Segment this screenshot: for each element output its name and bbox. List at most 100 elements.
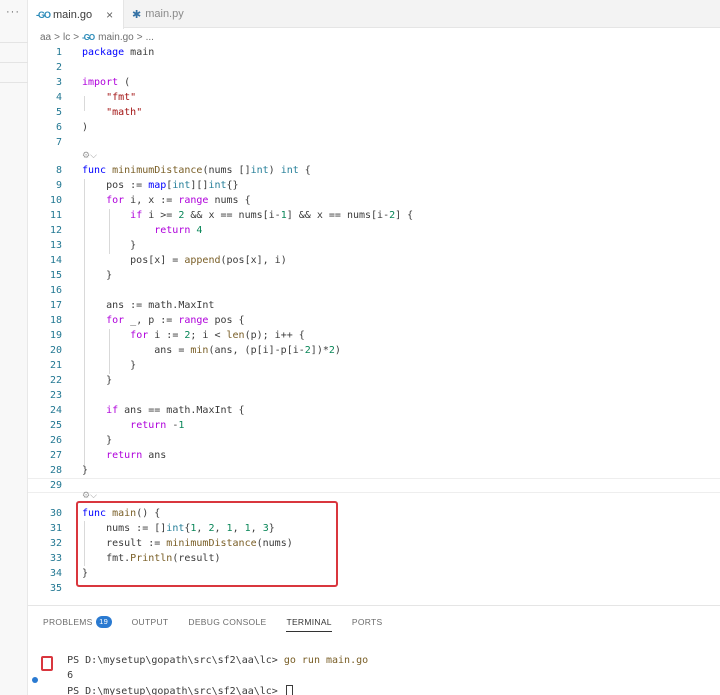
- code-line[interactable]: 10 for i, x := range nums {: [28, 193, 720, 208]
- code-line[interactable]: 20 ans = min(ans, (p[i]-p[i-2])*2): [28, 343, 720, 358]
- code-line[interactable]: 27 return ans: [28, 448, 720, 463]
- breadcrumb: aa > lc > -GO main.go > ...: [40, 29, 154, 45]
- code-line[interactable]: 18 for _, p := range pos {: [28, 313, 720, 328]
- code-line[interactable]: 12 return 4: [28, 223, 720, 238]
- line-number: 35: [49, 583, 62, 594]
- line-number: 33: [49, 553, 62, 564]
- line-number: 9: [55, 180, 62, 191]
- line-number: 28: [49, 465, 62, 476]
- code-line[interactable]: 8 func minimumDistance(nums []int) int {: [28, 163, 720, 178]
- panel-tab-list: PROBLEMS 19 OUTPUT DEBUG CONSOLE TERMINA…: [43, 615, 383, 632]
- go-file-icon: -GO: [82, 32, 95, 42]
- code-line[interactable]: 1 package main: [28, 45, 720, 60]
- line-number: 21: [49, 360, 62, 371]
- code-text: if ans == math.MaxInt {: [106, 405, 245, 416]
- tab-main-go[interactable]: -GO main.go ×: [28, 0, 124, 29]
- code-text: import (: [82, 77, 131, 88]
- tab-ports[interactable]: PORTS: [352, 615, 383, 629]
- line-number: 23: [49, 390, 62, 401]
- code-text: for i, x := range nums {: [106, 195, 251, 206]
- tab-problems[interactable]: PROBLEMS 19: [43, 615, 112, 629]
- code-line[interactable]: 25 return -1: [28, 418, 720, 433]
- line-number: 18: [49, 315, 62, 326]
- close-icon[interactable]: ×: [106, 8, 113, 22]
- chevron-right-icon: >: [54, 31, 60, 43]
- code-text: }: [82, 375, 113, 386]
- line-number: 27: [49, 450, 62, 461]
- tab-terminal[interactable]: TERMINAL: [286, 615, 333, 632]
- code-line[interactable]: 15 }: [28, 268, 720, 283]
- code-line[interactable]: 19 for i := 2; i < len(p); i++ {: [28, 328, 720, 343]
- problems-count-badge: 19: [95, 616, 112, 628]
- go-file-icon: -GO: [36, 9, 51, 20]
- code-line[interactable]: 26 }: [28, 433, 720, 448]
- output-highlight: [41, 656, 53, 671]
- line-number: 8: [55, 165, 62, 176]
- line-number: 31: [49, 523, 62, 534]
- code-line[interactable]: 6): [28, 120, 720, 135]
- code-text: }: [82, 435, 113, 446]
- code-line[interactable]: 13 }: [28, 238, 720, 253]
- code-line[interactable]: 9 pos := map[int][]int{}: [28, 178, 720, 193]
- code-text: pos[x] = append(pos[x], i): [82, 255, 287, 266]
- breadcrumb-root[interactable]: aa: [40, 32, 51, 43]
- more-actions-icon[interactable]: ···: [6, 6, 20, 18]
- code-line[interactable]: 16: [28, 283, 720, 298]
- code-line[interactable]: 7: [28, 135, 720, 150]
- line-number: 32: [49, 538, 62, 549]
- indent-guide: [109, 329, 110, 374]
- code-line[interactable]: 28}: [28, 463, 720, 478]
- code-text: }: [82, 465, 89, 476]
- code-line[interactable]: 5 "math": [28, 105, 720, 120]
- line-number: 15: [49, 270, 62, 281]
- line-number: 6: [55, 122, 62, 133]
- code-line[interactable]: 14 pos[x] = append(pos[x], i): [28, 253, 720, 268]
- line-number: 11: [49, 210, 62, 221]
- code-text: ): [82, 122, 89, 133]
- code-editor[interactable]: ⚙⌵ ⚙⌵ 1 package main 2 3 import (4 "fmt" 5 "m…: [28, 45, 720, 597]
- code-line[interactable]: 29: [28, 478, 720, 493]
- indent-guide: [84, 179, 85, 465]
- line-number: 3: [55, 77, 62, 88]
- code-line[interactable]: 21 }: [28, 358, 720, 373]
- code-text: return -1: [130, 420, 185, 431]
- line-number: 2: [55, 62, 62, 73]
- tab-output[interactable]: OUTPUT: [132, 615, 169, 629]
- divider: [0, 82, 28, 83]
- code-line[interactable]: 3 import (: [28, 75, 720, 90]
- main-function-highlight: [76, 501, 338, 587]
- code-text: package main: [82, 47, 155, 58]
- code-text: for _, p := range pos {: [106, 315, 245, 326]
- tab-main-py[interactable]: ✱ main.py: [132, 0, 222, 28]
- terminal-command-line[interactable]: PS D:\mysetup\gopath\src\sf2\aa\lc> go r…: [43, 644, 368, 677]
- code-text: "math": [106, 107, 143, 118]
- chevron-right-icon: >: [136, 31, 143, 43]
- breadcrumb-tail[interactable]: ...: [146, 32, 154, 43]
- line-number: 4: [55, 92, 62, 103]
- line-number: 19: [49, 330, 62, 341]
- code-line[interactable]: 22 }: [28, 373, 720, 388]
- python-file-icon: ✱: [132, 8, 142, 21]
- code-text: }: [82, 270, 113, 281]
- terminal-input-line[interactable]: PS D:\mysetup\gopath\src\sf2\aa\lc>: [43, 674, 293, 695]
- line-number: 20: [49, 345, 62, 356]
- code-text: for i := 2; i < len(p); i++ {: [130, 330, 305, 341]
- code-lens-icon[interactable]: ⚙⌵: [82, 151, 97, 163]
- breadcrumb-file[interactable]: main.go: [98, 32, 134, 43]
- code-line[interactable]: 17 ans := math.MaxInt: [28, 298, 720, 313]
- divider: [0, 42, 28, 43]
- terminal-status-dot-icon: [32, 677, 38, 683]
- terminal-prompt: PS D:\mysetup\gopath\src\sf2\aa\lc>: [67, 686, 284, 695]
- code-line[interactable]: 23: [28, 388, 720, 403]
- line-number: 17: [49, 300, 62, 311]
- tab-debug-console[interactable]: DEBUG CONSOLE: [188, 615, 266, 629]
- line-number: 25: [49, 420, 62, 431]
- code-line[interactable]: 24 if ans == math.MaxInt {: [28, 403, 720, 418]
- breadcrumb-folder[interactable]: lc: [63, 32, 70, 43]
- code-line[interactable]: 4 "fmt": [28, 90, 720, 105]
- line-number: 22: [49, 375, 62, 386]
- line-number: 13: [49, 240, 62, 251]
- code-text: return ans: [106, 450, 167, 461]
- code-line[interactable]: 11 if i >= 2 && x == nums[i-1] && x == n…: [28, 208, 720, 223]
- code-line[interactable]: 2: [28, 60, 720, 75]
